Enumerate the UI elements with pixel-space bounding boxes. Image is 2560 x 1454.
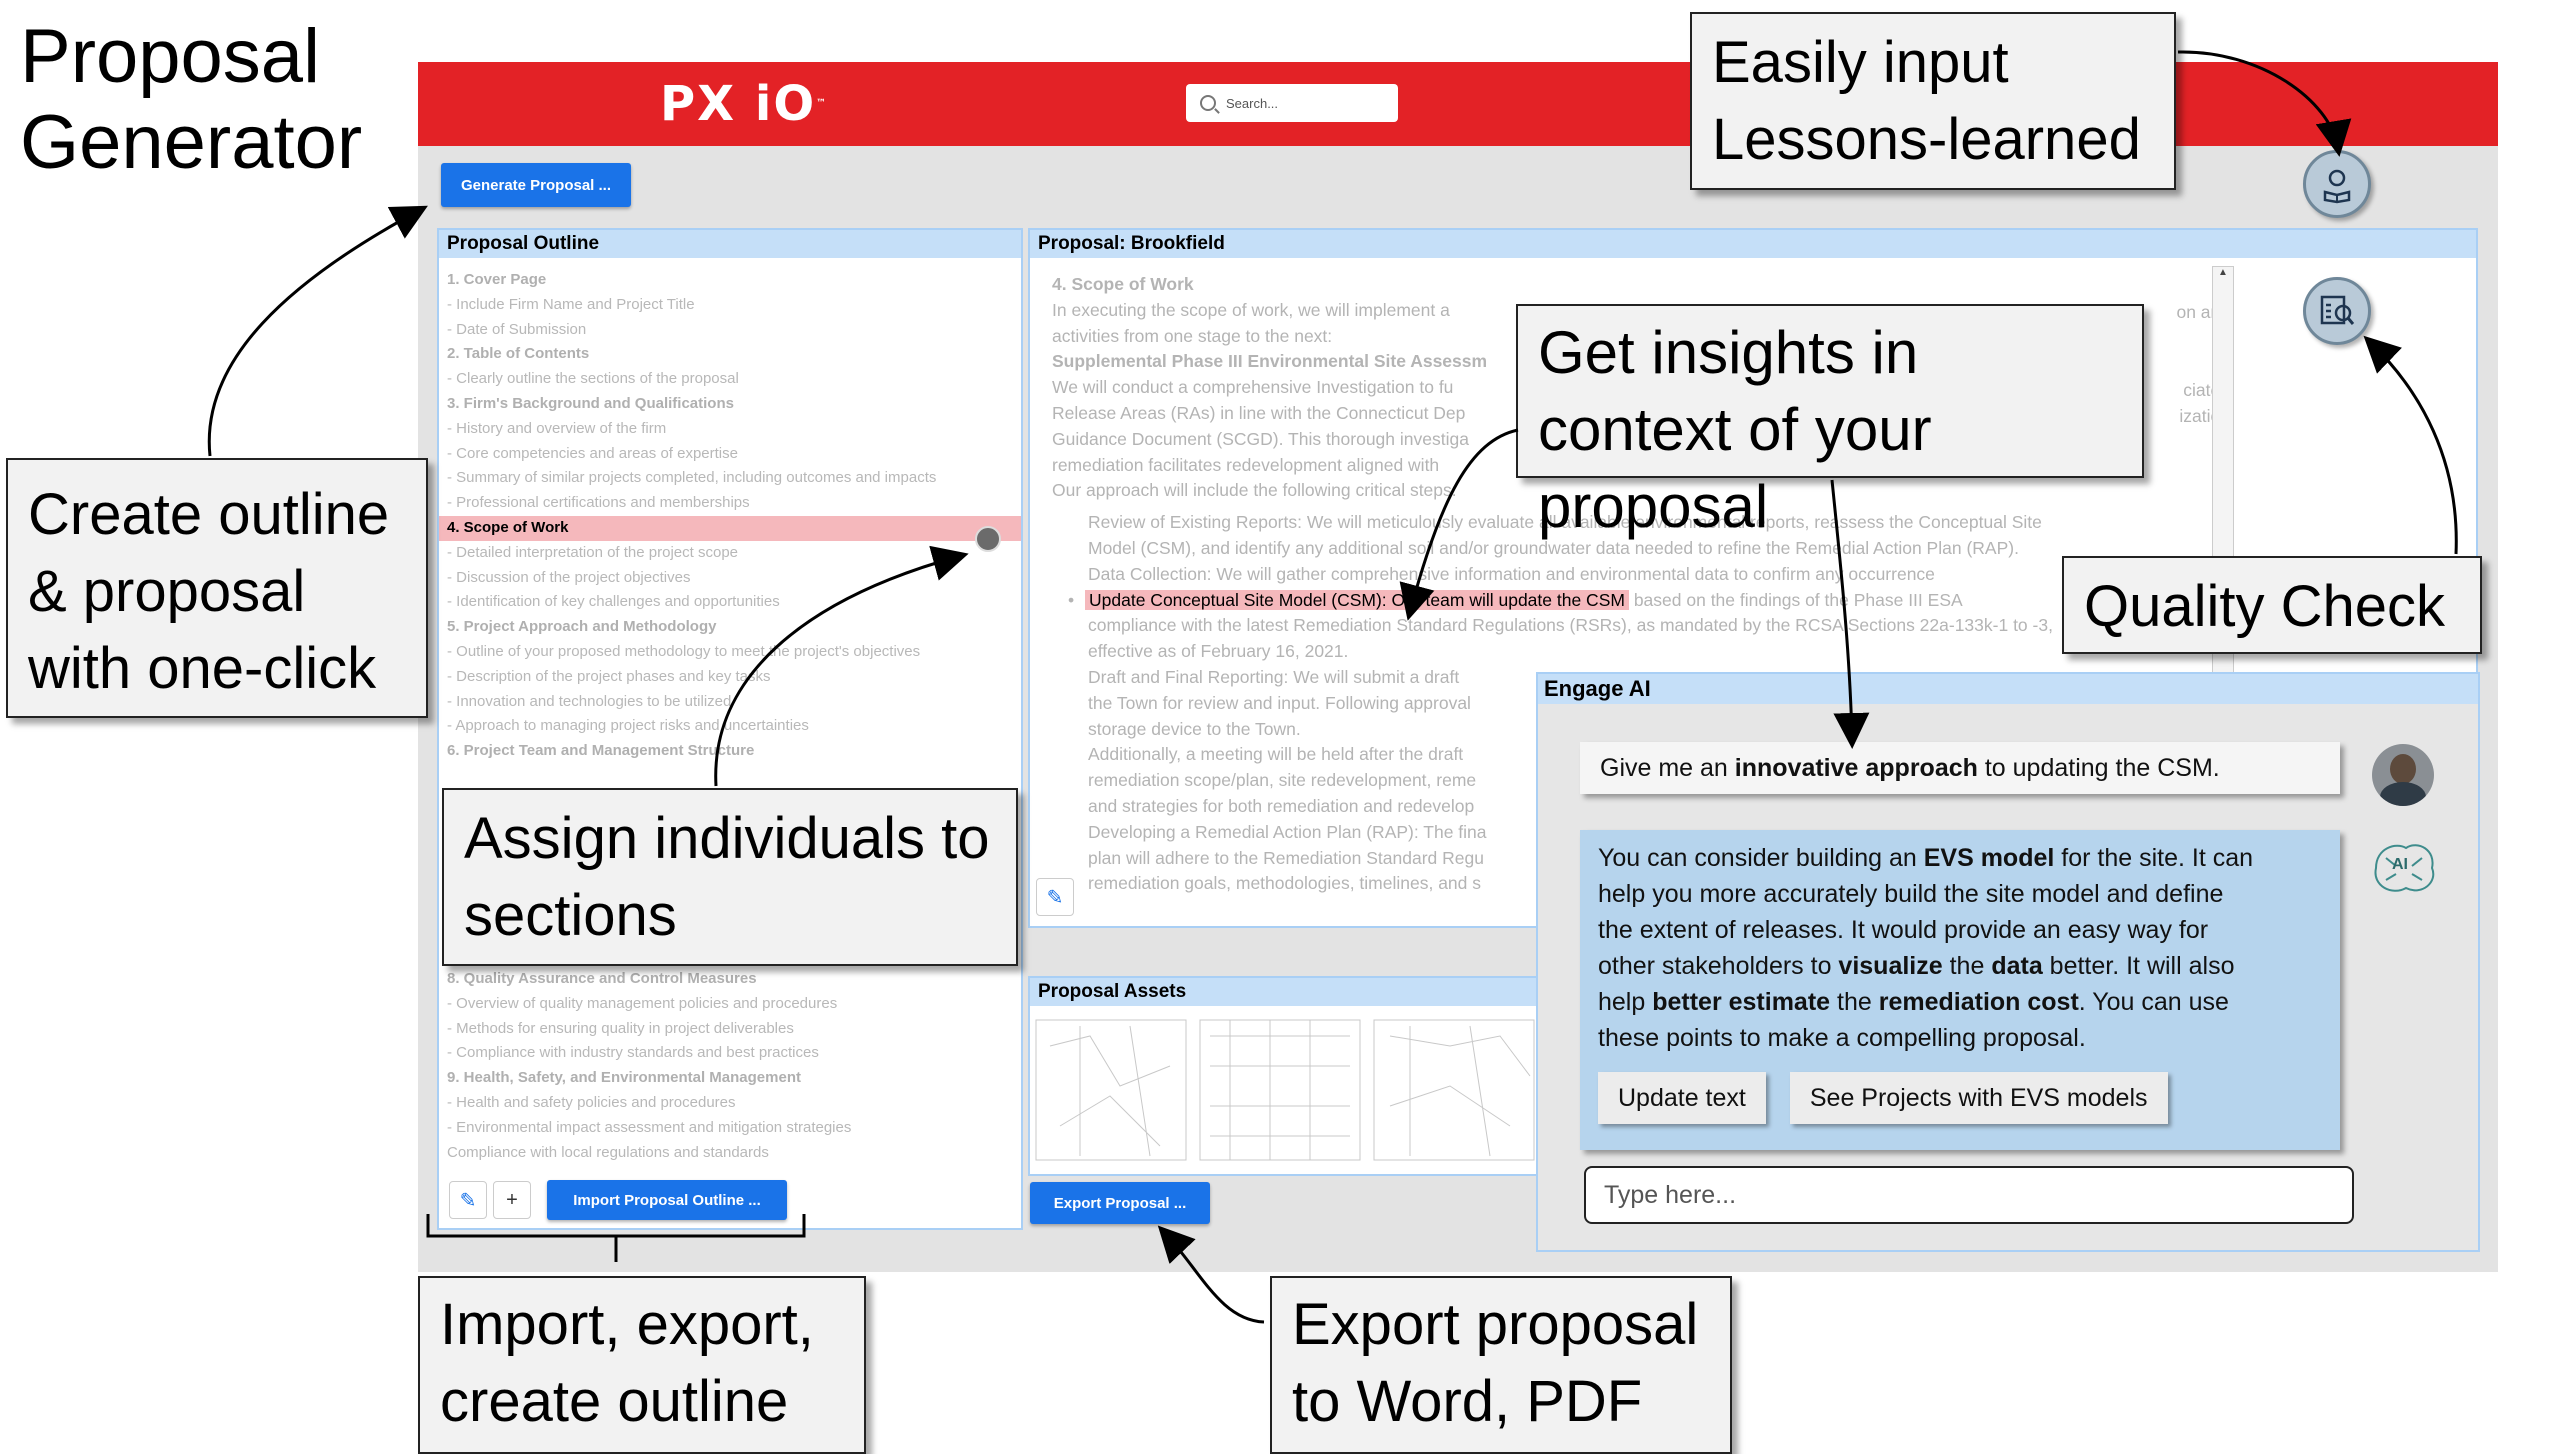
annotation-arrows xyxy=(207,50,2458,1324)
